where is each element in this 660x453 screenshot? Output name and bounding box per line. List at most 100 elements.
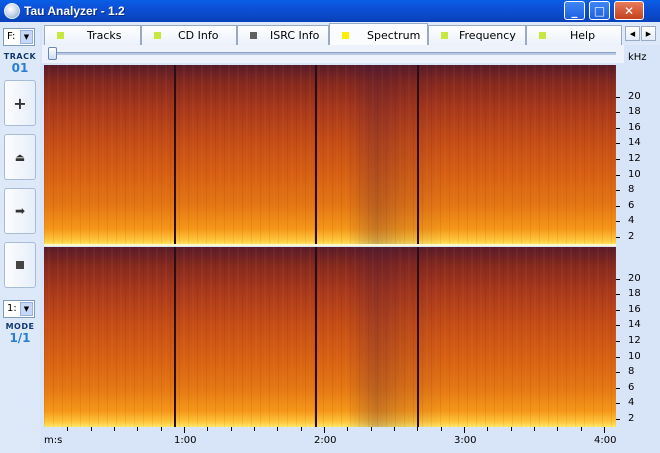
tab-scroll-left-button[interactable]: ◀ bbox=[625, 26, 640, 41]
arrow-right-icon: ➡ bbox=[14, 204, 26, 218]
mode-select-value: 1: bbox=[7, 303, 17, 314]
y-axis-bottom: 20 18 16 14 12 10 8 6 4 2 bbox=[616, 247, 660, 427]
y-tick bbox=[616, 310, 620, 311]
maximize-button[interactable]: □ bbox=[589, 1, 610, 20]
indicator-icon bbox=[154, 32, 161, 39]
tab-scroll-right-button[interactable]: ▶ bbox=[641, 26, 656, 41]
track-boundary-marker bbox=[174, 65, 176, 245]
tab-tracks[interactable]: Tracks bbox=[44, 25, 141, 45]
y-tick-label: 18 bbox=[628, 106, 641, 117]
mode-value: 1/1 bbox=[9, 331, 31, 345]
tab-frequency[interactable]: Frequency bbox=[428, 25, 526, 45]
x-tick-label: 4:00 bbox=[594, 435, 617, 446]
y-tick bbox=[616, 294, 620, 295]
y-tick bbox=[616, 403, 620, 404]
y-tick bbox=[616, 419, 620, 420]
tab-cd-info[interactable]: CD Info bbox=[141, 25, 237, 45]
mode-select[interactable]: 1: ▼ bbox=[3, 300, 35, 318]
tab-label: CD Info bbox=[178, 29, 219, 42]
y-tick-label: 8 bbox=[628, 184, 635, 195]
spectrogram-left-channel bbox=[44, 65, 616, 245]
y-tick-label: 8 bbox=[628, 366, 635, 377]
x-tick bbox=[137, 427, 138, 431]
x-tick bbox=[277, 427, 278, 431]
y-tick bbox=[616, 237, 620, 238]
track-label: TRACK bbox=[3, 52, 37, 61]
track-boundary-marker bbox=[417, 65, 419, 245]
x-axis-label: m:s bbox=[44, 435, 63, 446]
x-tick bbox=[604, 427, 605, 433]
chevron-right-icon: ▶ bbox=[645, 29, 652, 38]
minimize-button[interactable]: _ bbox=[564, 1, 585, 20]
chevron-left-icon: ◀ bbox=[629, 29, 636, 38]
x-tick bbox=[67, 427, 68, 431]
x-tick bbox=[91, 427, 92, 431]
y-tick-label: 2 bbox=[628, 413, 635, 424]
y-tick-label: 14 bbox=[628, 137, 641, 148]
y-tick-label: 2 bbox=[628, 231, 635, 242]
y-tick bbox=[616, 159, 620, 160]
indicator-icon bbox=[539, 32, 546, 39]
spectrogram-shading bbox=[44, 247, 616, 427]
slider-thumb[interactable] bbox=[48, 47, 57, 60]
y-tick bbox=[616, 190, 620, 191]
y-tick bbox=[616, 143, 620, 144]
position-slider[interactable] bbox=[42, 45, 624, 63]
maximize-icon: □ bbox=[593, 3, 606, 18]
indicator-icon bbox=[250, 32, 257, 39]
slider-track bbox=[50, 52, 616, 55]
stop-button[interactable] bbox=[4, 242, 36, 288]
y-tick-label: 6 bbox=[628, 382, 635, 393]
x-tick-label: 3:00 bbox=[454, 435, 477, 446]
eject-button[interactable]: ⏏ bbox=[4, 134, 36, 180]
tab-help[interactable]: Help bbox=[526, 25, 622, 45]
x-tick bbox=[184, 427, 185, 433]
y-axis-top: 20 18 16 14 12 10 8 6 4 2 bbox=[616, 65, 660, 245]
x-tick bbox=[464, 427, 465, 433]
y-tick-label: 4 bbox=[628, 215, 635, 226]
tab-bar: Tracks CD Info ISRC Info Spectrum Freque… bbox=[42, 22, 660, 46]
app-icon bbox=[4, 3, 20, 19]
x-tick bbox=[301, 427, 302, 431]
x-axis: m:s 1:00 2:00 3:00 4:00 bbox=[44, 427, 616, 453]
y-tick-label: 12 bbox=[628, 335, 641, 346]
y-tick bbox=[616, 357, 620, 358]
x-tick bbox=[511, 427, 512, 431]
tab-spectrum[interactable]: Spectrum bbox=[329, 23, 428, 46]
track-boundary-marker bbox=[417, 247, 419, 427]
y-tick-label: 10 bbox=[628, 169, 641, 180]
x-tick-label: 2:00 bbox=[314, 435, 337, 446]
add-button[interactable]: + bbox=[4, 80, 36, 126]
y-tick-label: 10 bbox=[628, 351, 641, 362]
drive-value: F: bbox=[7, 31, 16, 42]
x-tick bbox=[394, 427, 395, 431]
left-panel: F: ▼ TRACK 01 + ⏏ ➡ 1: ▼ MODE 1/1 bbox=[0, 22, 40, 453]
tab-isrc-info[interactable]: ISRC Info bbox=[237, 25, 329, 45]
x-tick bbox=[347, 427, 348, 431]
title-bar: Tau Analyzer - 1.2 _ □ ✕ bbox=[0, 0, 660, 22]
x-tick bbox=[417, 427, 418, 431]
y-tick bbox=[616, 388, 620, 389]
x-tick-label: 1:00 bbox=[174, 435, 197, 446]
indicator-icon bbox=[441, 32, 448, 39]
x-tick bbox=[534, 427, 535, 431]
close-button[interactable]: ✕ bbox=[614, 1, 644, 20]
indicator-icon bbox=[342, 32, 349, 39]
tab-label: Frequency bbox=[459, 29, 516, 42]
eject-icon: ⏏ bbox=[14, 150, 26, 164]
x-tick bbox=[371, 427, 372, 431]
x-tick bbox=[207, 427, 208, 431]
channel-divider bbox=[44, 244, 616, 246]
tab-label: Tracks bbox=[87, 29, 122, 42]
x-tick bbox=[324, 427, 325, 433]
stop-icon bbox=[16, 261, 24, 269]
y-tick-label: 16 bbox=[628, 122, 641, 133]
drive-select[interactable]: F: ▼ bbox=[3, 28, 35, 46]
y-tick-label: 12 bbox=[628, 153, 641, 164]
x-tick bbox=[231, 427, 232, 431]
track-boundary-marker bbox=[174, 247, 176, 427]
x-tick bbox=[557, 427, 558, 431]
y-tick-label: 16 bbox=[628, 304, 641, 315]
next-button[interactable]: ➡ bbox=[4, 188, 36, 234]
y-tick bbox=[616, 97, 620, 98]
